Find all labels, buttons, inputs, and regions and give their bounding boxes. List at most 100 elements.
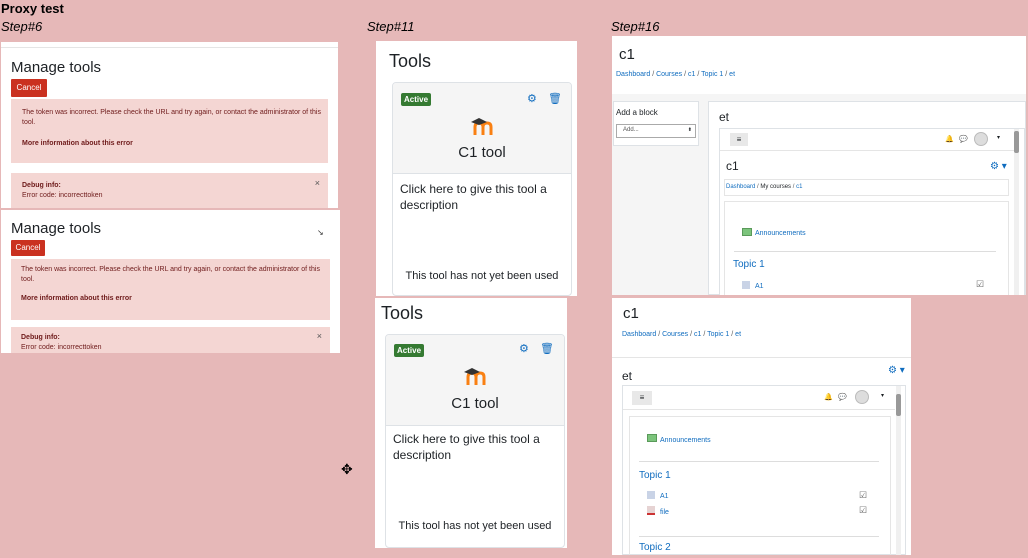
error-alert: The token was incorrect. Please check th… (11, 259, 330, 320)
forum-icon (647, 434, 657, 442)
assignment-icon (742, 281, 750, 289)
announcements-link[interactable]: Announcements (660, 437, 711, 444)
debug-alert: Debug info: Error code: incorrecttoken × (11, 173, 328, 208)
scrollbar[interactable] (896, 386, 901, 555)
more-info-link[interactable]: More information about this error (22, 140, 133, 147)
error-code: Error code: incorrecttoken (22, 192, 103, 199)
chat-icon[interactable]: 💬 (959, 135, 968, 143)
cursor-icon: ↘ (317, 228, 324, 237)
step-label-16: Step#16 (611, 19, 660, 34)
breadcrumb-item[interactable]: My courses (760, 184, 791, 190)
activity-title: et (719, 110, 730, 124)
gear-icon[interactable]: ⚙ (519, 342, 529, 355)
error-message: The token was incorrect. Please check th… (21, 266, 320, 283)
close-icon[interactable]: × (315, 178, 320, 188)
cancel-button[interactable]: Cancel (11, 79, 47, 97)
chat-icon[interactable]: 💬 (838, 393, 847, 401)
add-block-label: Add a block (616, 108, 658, 117)
assignment-icon (647, 491, 655, 499)
avatar[interactable] (974, 132, 988, 146)
error-message: The token was incorrect. Please check th… (22, 109, 321, 126)
moodle-logo-icon (471, 118, 493, 135)
step-label-11: Step#11 (367, 19, 415, 34)
drawer-toggle-button[interactable]: ≡ (730, 133, 748, 146)
breadcrumb-item[interactable]: Dashboard (726, 184, 755, 190)
course-panel-2: c1 Dashboard / Courses / c1 / Topic 1 / … (612, 298, 911, 555)
trash-icon[interactable]: 🗑 (548, 92, 562, 105)
file-link[interactable]: file (660, 509, 669, 516)
activity-title: et (622, 369, 633, 383)
embedded-frame: ≡ 🔔 💬 ▾ c1 ⚙ ▾ Dashboard / My courses / … (719, 128, 1025, 295)
checkbox-icon[interactable]: ☑ (976, 279, 984, 290)
drawer-toggle-button[interactable]: ≡ (632, 391, 652, 405)
debug-label: Debug info: (22, 182, 61, 189)
tools-title: Tools (381, 303, 424, 323)
breadcrumb-item[interactable]: Dashboard (616, 71, 650, 78)
breadcrumb: Dashboard / Courses / c1 / Topic 1 / et (622, 331, 742, 338)
a1-link[interactable]: A1 (660, 493, 669, 500)
tool-description[interactable]: Click here to give this tool a descripti… (400, 181, 560, 213)
breadcrumb-item[interactable]: et (735, 331, 741, 338)
embedded-frame: ≡ 🔔 💬 ▾ Announcements Topic 1 A1 ☑ file … (622, 385, 906, 555)
status-badge: Active (401, 93, 432, 106)
gear-icon[interactable]: ⚙ ▾ (990, 161, 1007, 172)
tool-usage: This tool has not yet been used (405, 270, 559, 282)
breadcrumb-item[interactable]: Topic 1 (707, 331, 729, 338)
chevron-down-icon[interactable]: ▾ (881, 392, 884, 399)
topic-2-heading[interactable]: Topic 2 (639, 542, 671, 553)
page-title: Proxy test (1, 1, 64, 16)
activity-frame: et ≡ 🔔 💬 ▾ c1 ⚙ ▾ Dashboard / My courses… (708, 101, 1026, 295)
course-title: c1 (619, 46, 635, 63)
scrollbar[interactable] (1014, 129, 1019, 295)
forum-icon (742, 228, 752, 236)
bell-icon[interactable]: 🔔 (945, 135, 954, 143)
checkbox-icon[interactable]: ☑ (859, 490, 867, 501)
file-icon (647, 506, 655, 515)
error-code: Error code: incorrecttoken (21, 344, 102, 351)
avatar[interactable] (855, 390, 869, 404)
chevron-updown-icon: ⬍ (687, 127, 692, 133)
more-info-link[interactable]: More information about this error (21, 295, 132, 302)
tool-usage: This tool has not yet been used (398, 520, 552, 532)
debug-alert: Debug info: Error code: incorrecttoken × (11, 327, 330, 353)
breadcrumb-item[interactable]: Courses (656, 71, 682, 78)
announcements-link[interactable]: Announcements (755, 230, 806, 237)
breadcrumb-item[interactable]: Dashboard (622, 331, 656, 338)
tools-panel-2: Tools Active ⚙ 🗑 C1 tool Click here to g… (375, 298, 567, 548)
tool-description[interactable]: Click here to give this tool a descripti… (393, 431, 553, 463)
tools-panel-1: Tools Active ⚙ 🗑 C1 tool Click here to g… (376, 41, 577, 296)
manage-tools-title: Manage tools (11, 220, 102, 237)
close-icon[interactable]: × (317, 331, 322, 341)
cancel-button[interactable]: Cancel (11, 240, 45, 256)
manage-tools-panel-1: Manage tools Cancel The token was incorr… (1, 42, 338, 208)
inner-breadcrumb: Dashboard / My courses / c1 (726, 184, 803, 190)
trash-icon[interactable]: 🗑 (540, 342, 554, 355)
tools-title: Tools (389, 51, 432, 71)
error-alert: The token was incorrect. Please check th… (11, 99, 328, 163)
status-badge: Active (394, 344, 425, 357)
course-panel-1: c1 Dashboard / Courses / c1 / Topic 1 / … (612, 36, 1026, 295)
moodle-logo-icon (464, 368, 486, 385)
topic-1-heading[interactable]: Topic 1 (639, 470, 671, 481)
add-block-select[interactable]: Add... ⬍ (616, 124, 696, 138)
debug-label: Debug info: (21, 334, 60, 341)
gear-icon[interactable]: ⚙ ▾ (888, 365, 905, 376)
chevron-down-icon[interactable]: ▾ (997, 134, 1000, 141)
bell-icon[interactable]: 🔔 (824, 393, 833, 401)
breadcrumb-item[interactable]: c1 (796, 184, 802, 190)
add-block-panel: Add a block Add... ⬍ (613, 101, 699, 146)
manage-tools-title: Manage tools (11, 59, 102, 76)
breadcrumb-item[interactable]: Courses (662, 331, 688, 338)
tool-card: Active ⚙ 🗑 C1 tool Click here to give th… (392, 82, 572, 296)
step-label-6: Step#6 (1, 19, 43, 34)
manage-tools-panel-2: Manage tools ↘ Cancel The token was inco… (1, 210, 340, 353)
breadcrumb-item[interactable]: Topic 1 (701, 71, 723, 78)
move-cursor-icon: ✥ (341, 461, 353, 477)
checkbox-icon[interactable]: ☑ (859, 505, 867, 516)
topic-1-heading[interactable]: Topic 1 (733, 259, 765, 270)
gear-icon[interactable]: ⚙ (527, 92, 537, 105)
tool-card: Active ⚙ 🗑 C1 tool Click here to give th… (385, 334, 565, 548)
breadcrumb-item[interactable]: et (729, 71, 735, 78)
tool-name: C1 tool (458, 144, 506, 161)
a1-link[interactable]: A1 (755, 283, 764, 290)
